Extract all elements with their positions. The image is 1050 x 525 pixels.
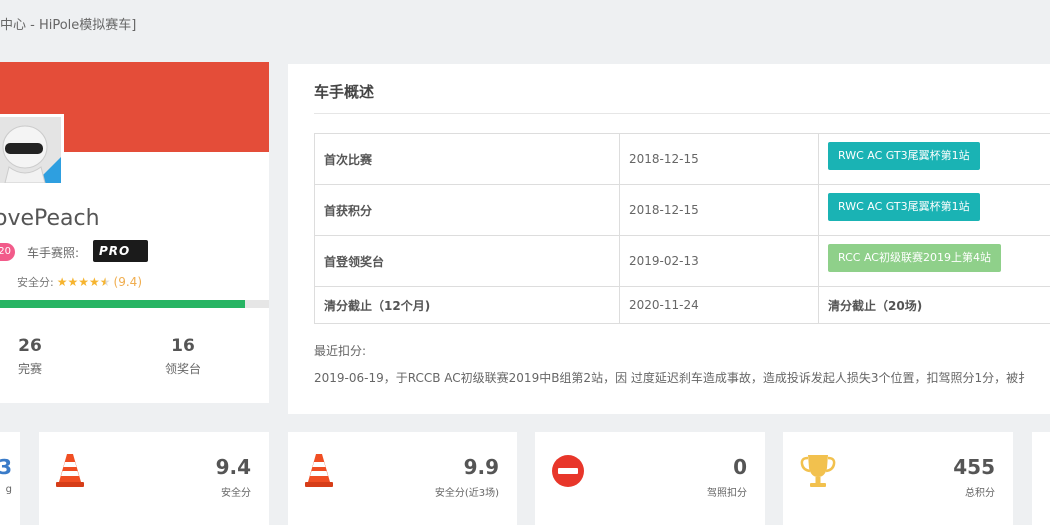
stat-card: 3 g: [0, 432, 20, 525]
stat-label: 安全分(近3场): [434, 488, 499, 499]
profile-card: ovePeach 20 车手赛照: PRO 安全分: ★ ★ ★ ★ ★ (9.…: [0, 62, 269, 403]
row-label: 首次比赛: [314, 133, 620, 185]
row-note: 清分截止（20场): [818, 286, 1050, 324]
safety-rating: 安全分: ★ ★ ★ ★ ★ (9.4): [17, 274, 142, 290]
page-title: 中心 - HiPole模拟赛车]: [0, 18, 137, 33]
safety-progress-fill: [0, 300, 245, 308]
stat-value: 9.9: [463, 455, 499, 479]
level-badge: 20: [0, 243, 15, 261]
avatar[interactable]: [0, 114, 64, 186]
stat-card-safety-recent: 9.9 安全分(近3场): [288, 432, 517, 525]
stat-card: [1032, 432, 1050, 525]
row-date: 2020-11-24: [619, 286, 819, 324]
stat-value: 3: [0, 455, 12, 479]
star-icon: ★: [78, 275, 90, 289]
license-badge[interactable]: PRO: [93, 240, 148, 262]
stat-value: 455: [953, 455, 995, 479]
row-label: 首获积分: [314, 184, 620, 236]
stat-label: 总积分: [965, 488, 995, 499]
stat-card-license-deduction: 0 驾照扣分: [535, 432, 765, 525]
traffic-cone-icon: [304, 452, 334, 492]
overview-title: 车手概述: [314, 83, 375, 101]
stat-value: 9.4: [215, 455, 251, 479]
recent-deduction-label: 最近扣分:: [314, 344, 367, 358]
recent-deduction-text: 2019-06-19，于RCCB AC初级联赛2019中B组第2站，因 过度延迟…: [314, 371, 1031, 385]
license-label: 车手赛照:: [27, 246, 80, 260]
safety-score: (9.4): [113, 275, 142, 289]
event-link-button[interactable]: RWC AC GT3尾翼杯第1站: [828, 142, 980, 170]
safety-progress-bar: [0, 300, 269, 308]
table-row: 清分截止（12个月) 2020-11-24 清分截止（20场): [314, 286, 1050, 324]
event-link-button[interactable]: RWC AC GT3尾翼杯第1站: [828, 193, 980, 221]
table-row: 首登领奖台 2019-02-13 RCC AC初级联赛2019上第4站: [314, 235, 1050, 287]
license-badge-text: PRO: [99, 244, 131, 258]
stat-label: g: [5, 484, 12, 495]
podium-label: 领奖台: [164, 362, 201, 376]
trophy-icon: [799, 452, 837, 494]
stat-value: 0: [733, 455, 747, 479]
row-label: 清分截止（12个月): [314, 286, 620, 324]
podium-count: 16: [171, 336, 195, 356]
overview-card: 车手概述 首次比赛 2018-12-15 RWC AC GT3尾翼杯第1站 首获…: [288, 64, 1050, 414]
event-link-button[interactable]: RCC AC初级联赛2019上第4站: [828, 244, 1001, 272]
finished-count: 26: [18, 336, 42, 356]
table-row: 首次比赛 2018-12-15 RWC AC GT3尾翼杯第1站: [314, 133, 1050, 185]
row-label: 首登领奖台: [314, 235, 620, 287]
stat-card-safety: 9.4 安全分: [39, 432, 269, 525]
star-icon: ★: [67, 275, 79, 289]
star-rating: ★ ★ ★ ★ ★: [57, 275, 111, 289]
no-entry-icon: [551, 454, 585, 492]
half-star-icon: ★: [99, 275, 111, 289]
divider: [314, 113, 1050, 114]
table-row: 首获积分 2018-12-15 RWC AC GT3尾翼杯第1站: [314, 184, 1050, 236]
row-date: 2018-12-15: [619, 184, 819, 236]
overview-table: 首次比赛 2018-12-15 RWC AC GT3尾翼杯第1站 首获积分 20…: [314, 133, 1050, 324]
traffic-cone-icon: [55, 452, 85, 492]
safety-label: 安全分:: [17, 276, 54, 289]
stat-card-total-points: 455 总积分: [783, 432, 1013, 525]
stat-label: 安全分: [221, 488, 251, 499]
star-icon: ★: [56, 275, 68, 289]
stat-label: 驾照扣分: [707, 488, 747, 499]
username: ovePeach: [0, 206, 100, 231]
finished-label: 完赛: [17, 362, 42, 376]
row-date: 2019-02-13: [619, 235, 819, 287]
row-date: 2018-12-15: [619, 133, 819, 185]
star-icon: ★: [89, 275, 100, 289]
